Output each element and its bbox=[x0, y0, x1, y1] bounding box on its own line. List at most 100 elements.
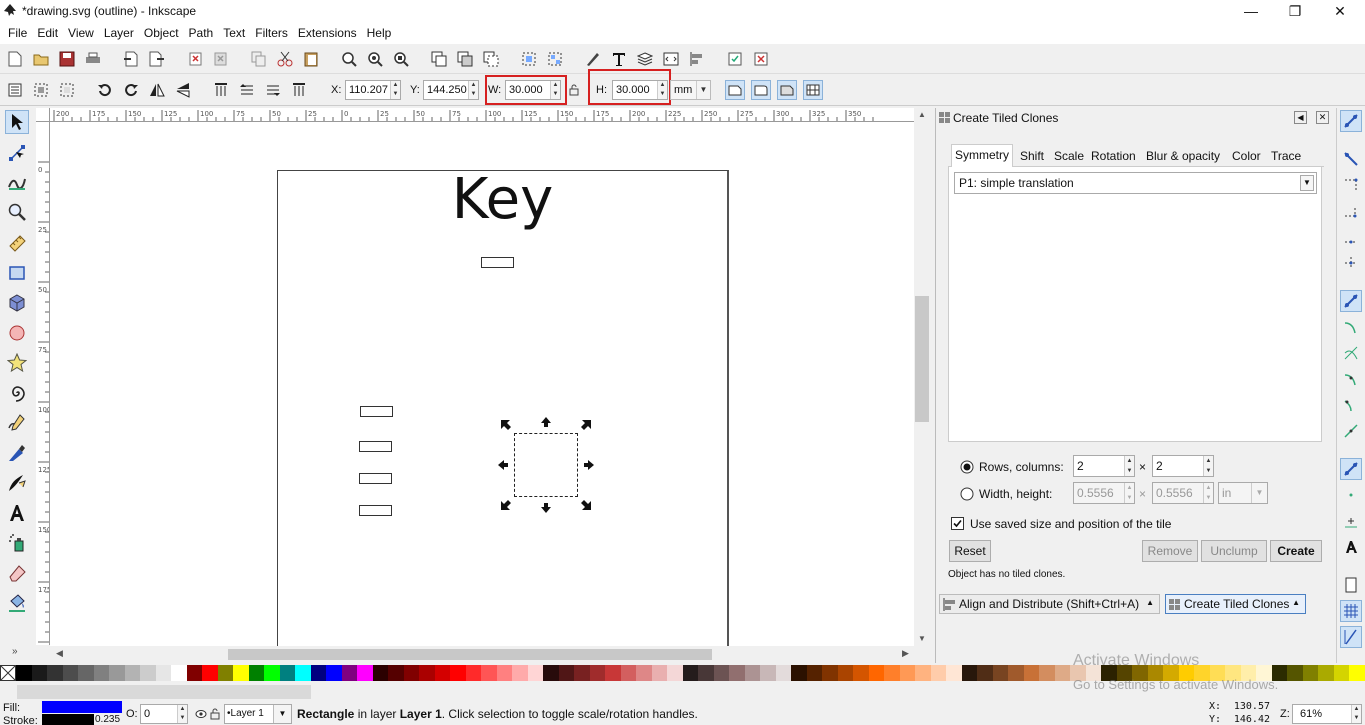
duplicate-icon[interactable] bbox=[429, 49, 449, 69]
tab-color[interactable]: Color bbox=[1229, 146, 1264, 166]
close-button[interactable]: ✕ bbox=[1317, 0, 1363, 22]
transform-gradients-icon[interactable] bbox=[777, 80, 797, 100]
palette-swatch[interactable] bbox=[233, 665, 249, 681]
palette-swatch[interactable] bbox=[760, 665, 776, 681]
palette-swatch[interactable] bbox=[109, 665, 125, 681]
menu-help[interactable]: Help bbox=[362, 22, 397, 44]
clone-icon[interactable] bbox=[455, 49, 475, 69]
menu-layer[interactable]: Layer bbox=[99, 22, 139, 44]
palette-swatch[interactable] bbox=[481, 665, 497, 681]
palette-swatch[interactable] bbox=[527, 665, 543, 681]
calligraphy-tool-icon[interactable] bbox=[5, 471, 29, 495]
rows-input[interactable]: 2 ▲ ▼ bbox=[1073, 455, 1135, 477]
preferences-icon[interactable] bbox=[725, 49, 745, 69]
palette-swatch[interactable] bbox=[496, 665, 512, 681]
flip-horizontal-icon[interactable] bbox=[147, 80, 167, 100]
canvas-rectangle[interactable] bbox=[359, 441, 392, 452]
star-tool-icon[interactable] bbox=[5, 351, 29, 375]
snap-guides-icon[interactable] bbox=[1340, 626, 1362, 648]
menu-path[interactable]: Path bbox=[184, 22, 219, 44]
palette-swatch[interactable] bbox=[248, 665, 264, 681]
fill-stroke-icon[interactable] bbox=[583, 49, 603, 69]
palette-swatch[interactable] bbox=[915, 665, 931, 681]
x-input[interactable]: 110.207 ▲ ▼ bbox=[345, 80, 401, 100]
opacity-spin-arrows[interactable]: ▲ ▼ bbox=[177, 705, 187, 723]
menu-object[interactable]: Object bbox=[139, 22, 184, 44]
palette-scrollbar[interactable] bbox=[17, 685, 311, 699]
scroll-up-icon[interactable]: ▲ bbox=[918, 110, 926, 119]
palette-swatch[interactable] bbox=[884, 665, 900, 681]
palette-swatch[interactable] bbox=[403, 665, 419, 681]
palette-swatch[interactable] bbox=[140, 665, 156, 681]
y-spin-arrows[interactable]: ▲ ▼ bbox=[468, 81, 478, 99]
minimize-button[interactable]: — bbox=[1228, 0, 1274, 22]
flip-vertical-icon[interactable] bbox=[173, 80, 193, 100]
palette-swatch[interactable] bbox=[713, 665, 729, 681]
deselect-icon[interactable] bbox=[57, 80, 77, 100]
palette-swatch[interactable] bbox=[1054, 665, 1070, 681]
scale-stroke-icon[interactable] bbox=[725, 80, 745, 100]
rotate-ccw-icon[interactable] bbox=[95, 80, 115, 100]
palette-swatch[interactable] bbox=[946, 665, 962, 681]
print-icon[interactable] bbox=[83, 49, 103, 69]
undo-icon[interactable] bbox=[186, 49, 206, 69]
snap-bbox-corners-icon[interactable] bbox=[1340, 200, 1362, 222]
import-icon[interactable] bbox=[121, 49, 141, 69]
stroke-swatch[interactable] bbox=[42, 714, 94, 725]
tweak-tool-icon[interactable] bbox=[5, 170, 29, 194]
snap-grids-icon[interactable] bbox=[1340, 600, 1362, 622]
no-paint-swatch-icon[interactable] bbox=[0, 665, 16, 681]
palette-swatch[interactable] bbox=[465, 665, 481, 681]
align-distribute-icon[interactable] bbox=[687, 49, 707, 69]
dock-tab-tiled-clones[interactable]: Create Tiled Clones ▲ bbox=[1165, 594, 1306, 614]
palette-swatch[interactable] bbox=[620, 665, 636, 681]
tile-width-spin-arrows[interactable]: ▲ ▼ bbox=[1124, 483, 1134, 503]
horizontal-scroll-thumb[interactable] bbox=[228, 649, 712, 660]
palette-swatch[interactable] bbox=[1023, 665, 1039, 681]
palette-swatch[interactable] bbox=[512, 665, 528, 681]
tile-unit-select[interactable]: in ▼ bbox=[1218, 482, 1268, 504]
palette-swatch[interactable] bbox=[822, 665, 838, 681]
zoom-tool-icon[interactable] bbox=[5, 200, 29, 224]
menu-filters[interactable]: Filters bbox=[250, 22, 293, 44]
pencil-tool-icon[interactable] bbox=[5, 411, 29, 435]
palette-swatch[interactable] bbox=[636, 665, 652, 681]
tile-unit-dropdown-arrow[interactable]: ▼ bbox=[1251, 483, 1267, 503]
unclump-button[interactable]: Unclump bbox=[1201, 540, 1267, 562]
layer-dropdown-arrow[interactable]: ▼ bbox=[273, 705, 291, 723]
palette-swatch[interactable] bbox=[1349, 665, 1365, 681]
snap-path-intersections-icon[interactable] bbox=[1340, 342, 1362, 364]
node-tool-icon[interactable] bbox=[5, 141, 29, 165]
snap-bbox-edges-icon[interactable] bbox=[1340, 174, 1362, 196]
palette-swatch[interactable] bbox=[961, 665, 977, 681]
palette-swatch[interactable] bbox=[558, 665, 574, 681]
palette-swatch[interactable] bbox=[868, 665, 884, 681]
palette-swatch[interactable] bbox=[977, 665, 993, 681]
palette-swatch[interactable] bbox=[78, 665, 94, 681]
menu-edit[interactable]: Edit bbox=[32, 22, 63, 44]
palette-swatch[interactable] bbox=[186, 665, 202, 681]
snap-text-baseline-icon[interactable] bbox=[1340, 536, 1362, 558]
eraser-tool-icon[interactable] bbox=[5, 561, 29, 585]
spray-tool-icon[interactable] bbox=[5, 531, 29, 555]
rows-columns-radio[interactable] bbox=[960, 460, 974, 474]
tile-height-input[interactable]: 0.5556 ▲ ▼ bbox=[1152, 482, 1214, 504]
reset-button[interactable]: Reset bbox=[949, 540, 991, 562]
vertical-scrollbar[interactable]: ▲ ▼ bbox=[914, 108, 930, 646]
palette-swatch[interactable] bbox=[729, 665, 745, 681]
palette-swatch[interactable] bbox=[698, 665, 714, 681]
palette-swatch[interactable] bbox=[992, 665, 1008, 681]
document-properties-icon[interactable] bbox=[751, 49, 771, 69]
tile-height-spin-arrows[interactable]: ▲ ▼ bbox=[1203, 483, 1213, 503]
palette-swatch[interactable] bbox=[667, 665, 683, 681]
palette-swatch[interactable] bbox=[419, 665, 435, 681]
symmetry-select[interactable]: P1: simple translation ▼ bbox=[954, 172, 1317, 194]
columns-spin-arrows[interactable]: ▲ ▼ bbox=[1203, 456, 1213, 476]
palette-swatch[interactable] bbox=[1302, 665, 1318, 681]
palette-swatch[interactable] bbox=[264, 665, 280, 681]
layer-lock-icon[interactable] bbox=[210, 708, 220, 720]
snap-bbox-icon[interactable] bbox=[1340, 148, 1362, 170]
palette-swatch[interactable] bbox=[434, 665, 450, 681]
copy-icon[interactable] bbox=[249, 49, 269, 69]
snap-page-border-icon[interactable] bbox=[1340, 574, 1362, 596]
